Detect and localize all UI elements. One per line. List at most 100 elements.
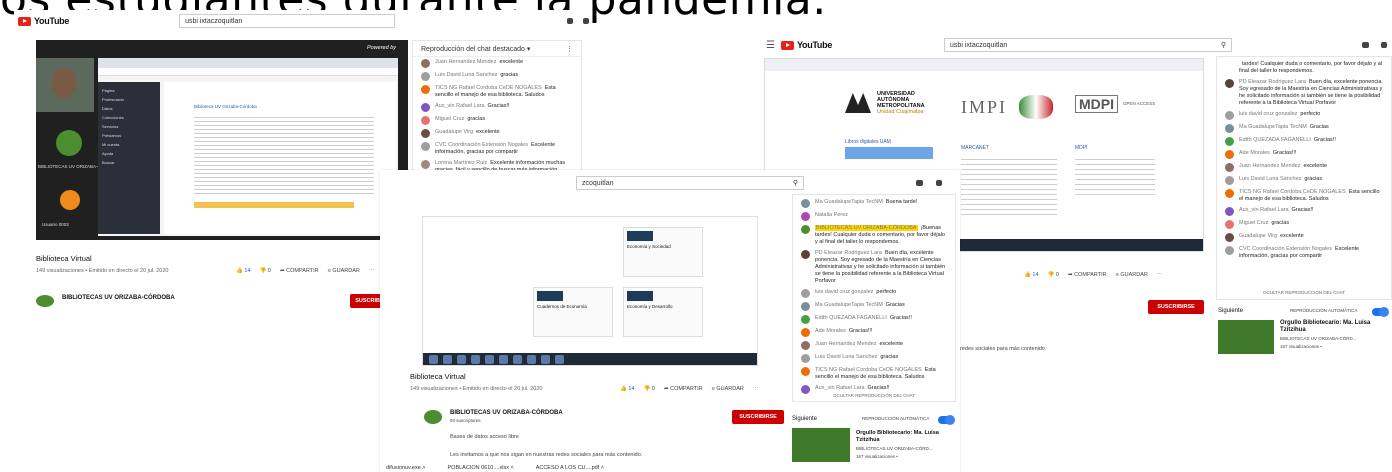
windows-taskbar-center [423, 353, 757, 365]
next-video-thumbnail[interactable] [792, 428, 850, 462]
chat-avatar-icon [801, 225, 810, 234]
save-button[interactable]: ≡ GUARDAR [328, 268, 360, 274]
chat-message-body: TICS NG Rafael Cordoba CeDE NOGALES Esta … [815, 367, 947, 381]
chat-author: Natalia Perez [815, 212, 849, 218]
share-button[interactable]: ➦ COMPARTIR [280, 268, 319, 274]
chat-message: Edith QUEZADA FAGANELLI Gracias!! [1217, 135, 1391, 148]
apps-icon[interactable] [583, 18, 589, 24]
search-input-center[interactable]: zcoquitlan ⚲ [576, 176, 804, 190]
chat-avatar-icon [1225, 79, 1234, 88]
sidebar-item[interactable]: Mi cuenta [102, 140, 156, 149]
like-button[interactable]: 👍 14 [1024, 272, 1039, 278]
youtube-logo[interactable]: YouTube [18, 16, 69, 26]
channel-name[interactable]: BIBLIOTECAS UV ORIZABA-CÓRDOBA [62, 295, 175, 301]
sidebar-item[interactable]: Buscar [102, 158, 156, 167]
dislike-button[interactable]: 👎 0 [644, 386, 655, 392]
mdpi-card[interactable]: MDPI OPEN ACCESS MDPI [1071, 89, 1171, 199]
channel-avatar[interactable] [36, 295, 54, 307]
hide-chat-button[interactable]: OCULTAR REPRODUCCIÓN DEL CHAT [833, 393, 915, 398]
autoplay-toggle[interactable] [938, 415, 955, 425]
library-sidebar: Página Profesorado Datos Colecciones Servici… [98, 82, 160, 234]
chat-text: perfecto [876, 289, 897, 295]
search-input[interactable]: usbi ixtaczoquitlan [179, 14, 395, 28]
sidebar-item[interactable]: Servicios [102, 122, 156, 131]
camera-icon[interactable] [916, 180, 923, 186]
chat-message-body: Aux_vin Rafael Lara Gracias!! [1239, 207, 1314, 216]
sidebar-item[interactable]: Página [102, 86, 156, 95]
chat-message: Luis David Luna Sanchez gracias [413, 70, 581, 83]
download-item[interactable]: ACCESO A LOS CU....pdf ˄ [536, 465, 604, 471]
dislike-button[interactable]: 👎 0 [260, 268, 271, 274]
more-icon[interactable]: ⋯ [1157, 272, 1163, 278]
chat-message-body: Miguel Cruz gracias [1239, 220, 1289, 229]
like-button[interactable]: 👍 14 [620, 386, 635, 392]
chat-header[interactable]: Reproducción del chat destacado ▾ ⋮ [413, 41, 581, 57]
impi-card[interactable]: IMPI MARCANET [957, 89, 1065, 219]
chat-avatar-icon [1225, 246, 1234, 255]
next-video-title[interactable]: Orgullo Bibliotecario: Ma. Luisa Tzitzih… [1280, 320, 1390, 334]
subscribe-button-right[interactable]: SUSCRIBIRSE [1148, 300, 1204, 314]
hide-chat-button[interactable]: OCULTAR REPRODUCCIÓN DEL CHAT [1263, 290, 1345, 295]
library-page: Biblioteca UV Orizaba-Córdoba [164, 82, 396, 234]
sidebar-item[interactable]: Préstamos [102, 131, 156, 140]
camera-icon[interactable] [1362, 42, 1370, 48]
channel-name[interactable]: BIBLIOTECAS UV ORIZABA-CÓRDOBA [450, 410, 563, 416]
chat-author: Juan Hernandez Mendez [435, 59, 497, 65]
search-icon[interactable]: ⚲ [793, 179, 798, 187]
chat-message: TICS NG Rafael Cordoba CeDE NOGALES Esta … [413, 83, 581, 101]
chat-text: perfecto [1300, 111, 1321, 117]
search-icon[interactable]: ⚲ [1221, 41, 1226, 49]
uam-caption[interactable]: Libros digitales UAM [845, 139, 891, 145]
next-video-title[interactable]: Orgullo Bibliotecario: Ma. Luisa Tzitzih… [856, 430, 956, 444]
next-video-thumbnail[interactable] [1218, 320, 1274, 354]
youtube-logo-right[interactable]: YouTube [780, 40, 832, 50]
chat-text: excelente [879, 341, 904, 347]
chat-avatar-icon [801, 199, 810, 208]
chat-message: Natalia Perez [793, 210, 955, 223]
chat-author: TICS NG Rafael Cordoba CeDE NOGALES [815, 367, 922, 373]
share-button[interactable]: ➦ COMPARTIR [1068, 272, 1107, 278]
save-button[interactable]: ≡ GUARDAR [712, 386, 744, 392]
sidebar-item[interactable]: Colecciones [102, 113, 156, 122]
chat-avatar-icon [421, 160, 430, 169]
impi-caption[interactable]: MARCANET [961, 145, 989, 151]
journal-card[interactable]: Economía y Sociedad [623, 227, 703, 277]
chat-avatar-icon [1225, 189, 1234, 198]
uam-card[interactable]: UNIVERSIDAD AUTÓNOMA METROPOLITANA Unidad C… [835, 89, 945, 169]
chat-message: Juan Hernandez Mendez excelente [413, 57, 581, 70]
video-actions: 👍 14 👎 0 ➦ COMPARTIR ≡ GUARDAR ⋯ [236, 268, 374, 274]
dislike-button[interactable]: 👎 0 [1048, 272, 1059, 278]
search-input-right[interactable]: usbi ixtaczoquitlan ⚲ [944, 38, 1233, 52]
chat-message: tardes! Cualquier duda o comentario, por… [1217, 59, 1391, 77]
up-next-label: Siguiente [792, 416, 818, 422]
like-button[interactable]: 👍 14 [236, 268, 251, 274]
more-icon[interactable]: ⋯ [753, 386, 759, 392]
mdpi-caption[interactable]: MDPI [1075, 145, 1088, 151]
subscribe-button-center[interactable]: SUSCRIBIRSE [732, 410, 784, 424]
journal-logo-icon [627, 231, 653, 241]
chat-message-body: Juan Hernandez Mendez excelente [435, 59, 523, 68]
sidebar-item[interactable]: Profesorado [102, 95, 156, 104]
chat-avatar-icon [801, 302, 810, 311]
more-icon[interactable]: ⋯ [369, 268, 375, 274]
sidebar-item[interactable]: Datos [102, 104, 156, 113]
apps-icon[interactable] [936, 180, 942, 186]
download-item[interactable]: POBLACION 0610....xlsx ˄ [448, 465, 514, 471]
apps-icon[interactable] [1381, 42, 1388, 48]
channel-avatar[interactable] [424, 410, 442, 424]
journal-card[interactable]: Economía y Desarrollo [623, 287, 703, 337]
camera-icon[interactable] [566, 18, 574, 24]
sidebar-item[interactable]: Ayuda [102, 149, 156, 158]
participant-label: BIBLIOTECAS UV ORIZABA-CÓ... [38, 164, 98, 169]
chat-author: CVC Coordinación Extensión Nogales [435, 142, 528, 148]
journal-card[interactable]: Cuadernos de Economía [533, 287, 613, 337]
save-button[interactable]: ≡ GUARDAR [1116, 272, 1148, 278]
menu-icon[interactable]: ☰ [766, 40, 775, 51]
download-item[interactable]: difusionuv.exe ˄ [386, 465, 426, 471]
share-button[interactable]: ➦ COMPARTIR [664, 386, 703, 392]
video-player-center[interactable]: Economía y Sociedad Cuadernos de Economía… [422, 216, 758, 366]
autoplay-toggle[interactable] [1372, 307, 1389, 317]
video-player[interactable]: BIBLIOTECAS UV ORIZABA-CÓ... Usuario 000… [36, 40, 408, 240]
chat-list: tardes! Cualquier duda o comentario, por… [1217, 57, 1391, 262]
play-icon [780, 40, 794, 50]
